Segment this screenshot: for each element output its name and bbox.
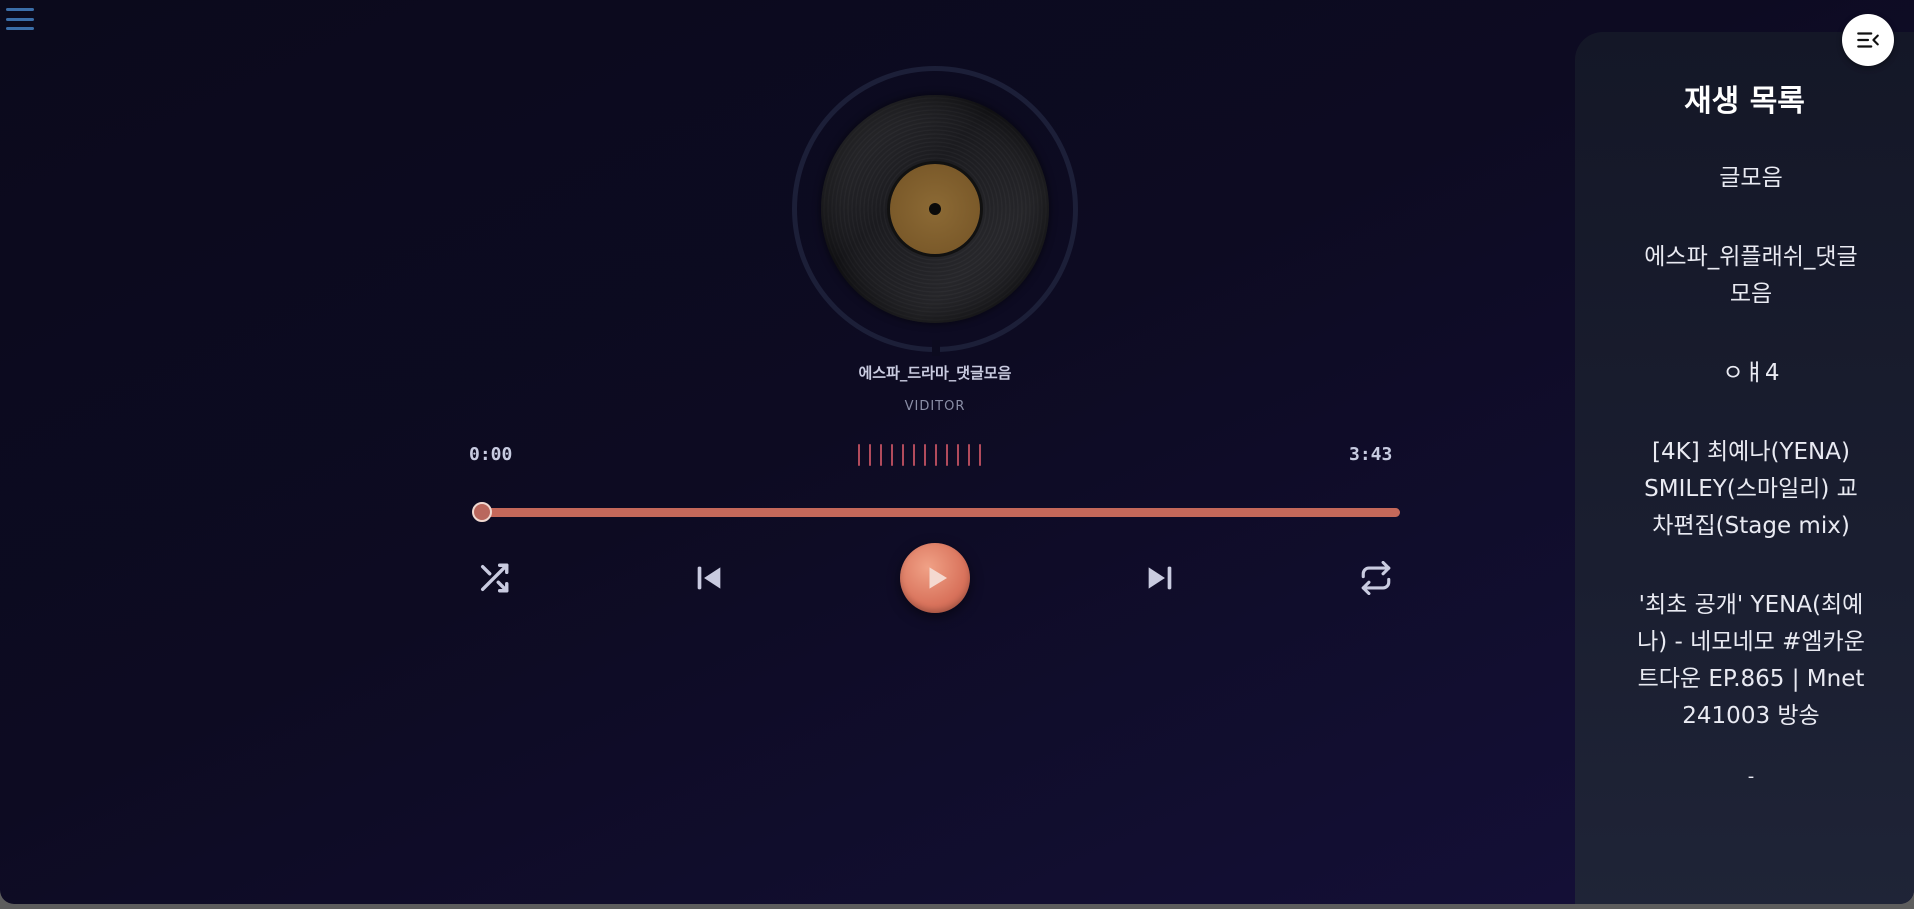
next-button[interactable] <box>1140 558 1180 598</box>
playlist-collapse-icon <box>1857 32 1879 48</box>
skip-previous-icon <box>697 566 721 590</box>
playlist-toggle-button[interactable] <box>1842 14 1894 66</box>
playlist-item[interactable]: 에스파_위플래쉬_댓글모음 <box>1635 239 1867 313</box>
shuffle-icon <box>480 563 509 593</box>
song-title: 에스파_드라마_댓글모음 <box>858 364 1012 382</box>
repeat-button[interactable] <box>1356 558 1396 598</box>
hamburger-menu-icon[interactable] <box>6 8 34 30</box>
equalizer-bar <box>913 444 915 466</box>
equalizer-bar <box>968 444 970 466</box>
play-icon <box>929 567 947 589</box>
equalizer-bar <box>957 444 959 466</box>
playlist-item[interactable]: 글모음 <box>1635 160 1867 197</box>
equalizer-bar <box>979 444 981 466</box>
play-button[interactable] <box>900 543 970 613</box>
vinyl-record <box>821 95 1049 323</box>
menu-line <box>6 27 34 30</box>
equalizer-bar <box>858 444 860 466</box>
playlist-item[interactable]: '최초 공개' YENA(최예나) - 네모네모 #엠카운트다운 EP.865 … <box>1635 587 1867 735</box>
previous-button[interactable] <box>689 558 729 598</box>
vinyl-label <box>887 161 983 257</box>
playlist-title: 재생 목록 <box>1684 84 1805 119</box>
total-time: 3:43 <box>1349 444 1393 465</box>
playlist-item[interactable]: - <box>1635 767 1867 787</box>
vinyl-ring-gap <box>932 340 940 356</box>
current-time: 0:00 <box>469 444 513 465</box>
playlist-list: 글모음 에스파_위플래쉬_댓글모음 ㅇㅒ4 [4K] 최예나(YENA) SMI… <box>1635 160 1867 829</box>
menu-line <box>6 8 34 11</box>
playlist-item[interactable]: ㅇㅒ4 <box>1635 355 1867 392</box>
shuffle-button[interactable] <box>474 558 514 598</box>
menu-line <box>6 17 34 21</box>
equalizer-bar <box>880 444 882 466</box>
playlist-item[interactable]: [4K] 최예나(YENA) SMILEY(스마일리) 교차편집(Stage m… <box>1635 434 1867 545</box>
equalizer-bar <box>891 444 893 466</box>
equalizer-bar <box>935 444 937 466</box>
progress-knob[interactable] <box>472 502 492 522</box>
music-player-app: 에스파_드라마_댓글모음 VIDITOR 0:00 3:43 재생 목록 글모음… <box>0 0 1914 904</box>
repeat-icon <box>1361 561 1391 595</box>
equalizer-bar <box>869 444 871 466</box>
artist-name: VIDITOR <box>904 399 966 414</box>
equalizer-bar <box>946 444 948 466</box>
vinyl-spindle-hole <box>929 203 941 215</box>
playlist-panel: 재생 목록 글모음 에스파_위플래쉬_댓글모음 ㅇㅒ4 [4K] 최예나(YEN… <box>1575 32 1914 904</box>
equalizer-visualizer <box>858 444 981 466</box>
equalizer-bar <box>902 444 904 466</box>
equalizer-bar <box>924 444 926 466</box>
skip-next-icon <box>1148 566 1172 590</box>
progress-bar[interactable] <box>472 502 1400 522</box>
vinyl-ring <box>792 66 1078 352</box>
